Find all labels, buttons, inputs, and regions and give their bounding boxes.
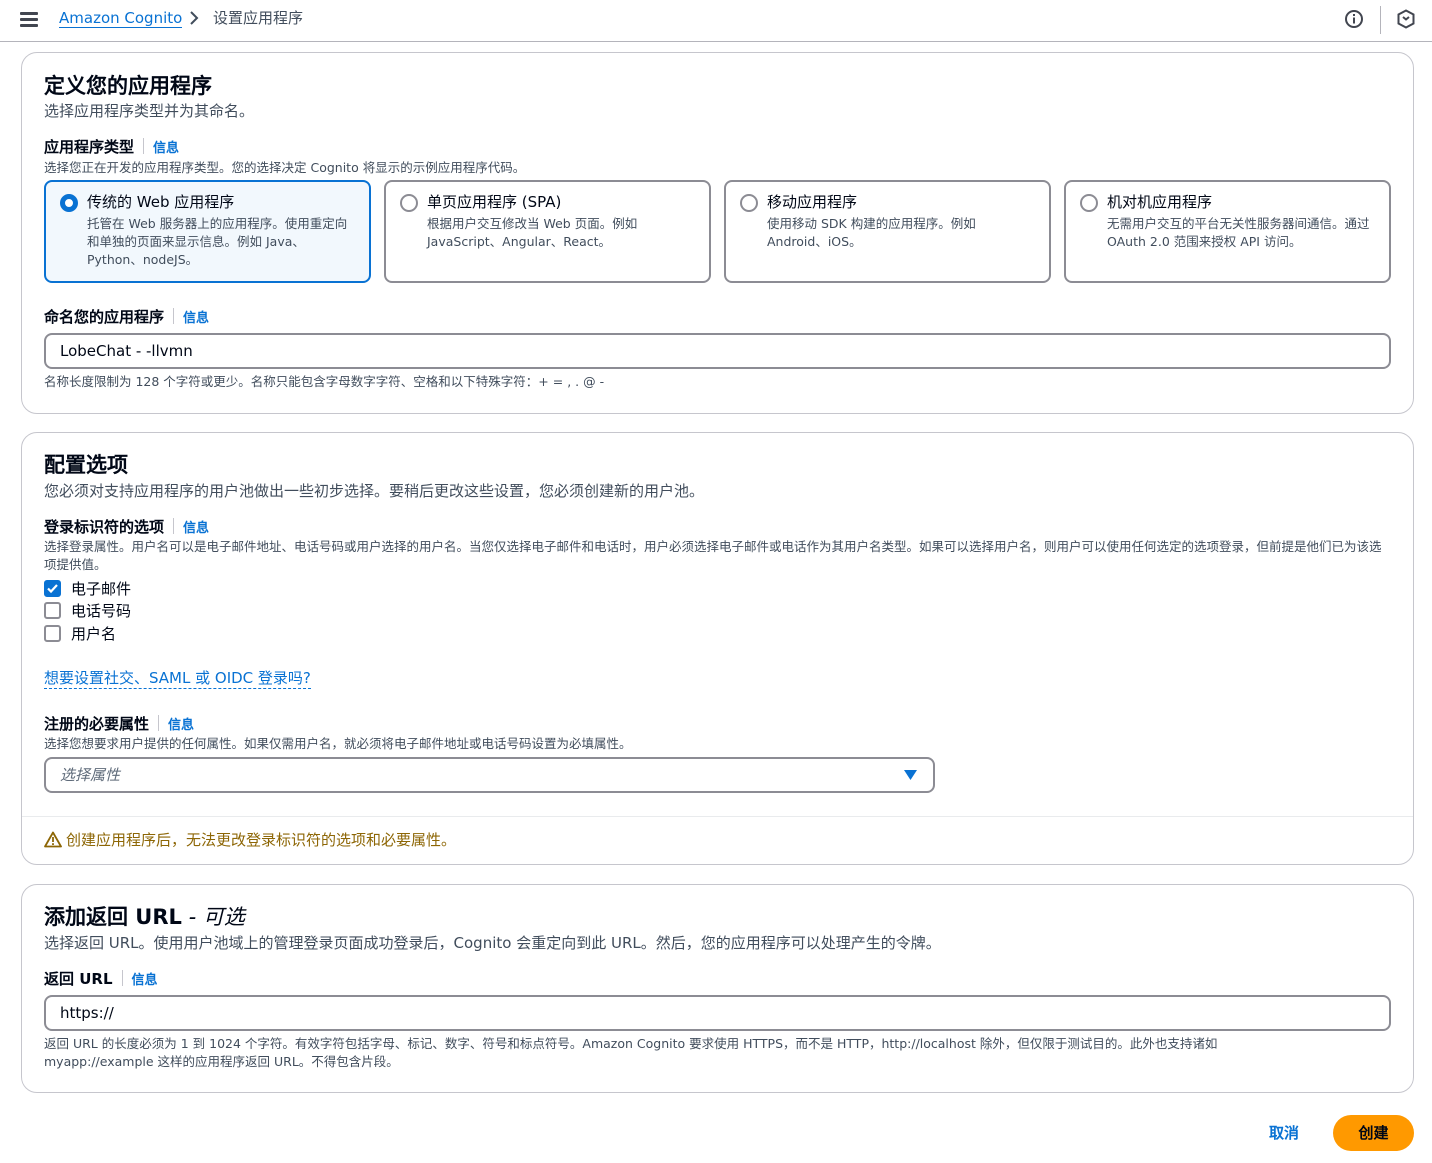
checkbox-label: 电话号码 [71,602,132,620]
caret-down-icon [904,770,917,780]
radio-button[interactable] [1080,194,1098,212]
define-app-panel: 定义您的应用程序 选择应用程序类型并为其命名。 应用程序类型 信息 选择您正在开发… [21,52,1414,414]
app-name-label: 命名您的应用程序 信息 [44,308,210,326]
app-type-option-title: 机对机应用程序 [1107,193,1213,211]
app-type-hint: 选择您正在开发的应用程序类型。您的选择决定 Cognito 将显示的示例应用程序… [44,160,526,175]
signin-info-link[interactable]: 信息 [183,521,209,536]
app-type-option-web[interactable]: 传统的 Web 应用程序 托管在 Web 服务器上的应用程序。使用重定向和单独的… [44,180,371,283]
return-url-title: 添加返回 URL - 可选 [44,905,245,929]
radio-button[interactable] [60,194,78,212]
cancel-button[interactable]: 取消 [1258,1116,1310,1150]
required-attrs-select[interactable]: 选择属性 [44,757,935,793]
app-type-option-desc: 根据用户交互修改当 Web 页面。例如 JavaScript、Angular、R… [427,216,638,249]
app-type-option-title: 单页应用程序 (SPA) [427,193,562,211]
menu-icon[interactable] [20,11,38,27]
return-url-hint: 返回 URL 的长度必须为 1 到 1024 个字符。有效字符包括字母、标记、数… [44,1036,1218,1069]
radio-button[interactable] [740,194,758,212]
return-url-input[interactable]: https:// [44,995,1391,1031]
divider [22,816,1413,817]
return-url-info-link[interactable]: 信息 [132,973,158,988]
required-attrs-hint: 选择您想要求用户提供的任何属性。如果仅需用户名，就必须将电子邮件地址或电话号码设… [44,736,632,751]
breadcrumb-current: 设置应用程序 [213,9,304,27]
social-login-link[interactable]: 想要设置社交、SAML 或 OIDC 登录吗? [44,669,311,689]
warning-icon [44,831,62,848]
required-attrs-label: 注册的必要属性 信息 [44,715,195,733]
config-panel: 配置选项 您必须对支持应用程序的用户池做出一些初步选择。要稍后更改这些设置，您必… [21,432,1414,865]
cloudshell-icon[interactable] [1396,9,1416,29]
app-type-option-desc: 无需用户交互的平台无关性服务器间通信。通过 OAuth 2.0 范围来授权 AP… [1107,216,1370,249]
app-type-option-title: 移动应用程序 [767,193,858,211]
toolbar-divider [1380,6,1381,34]
app-name-hint: 名称长度限制为 128 个字符或更少。名称只能包含字母数字字符、空格和以下特殊字… [44,374,605,389]
config-subtitle: 您必须对支持应用程序的用户池做出一些初步选择。要稍后更改这些设置，您必须创建新的… [44,482,705,500]
config-title: 配置选项 [44,453,128,477]
radio-button[interactable] [400,194,418,212]
app-type-option-m2m[interactable]: 机对机应用程序 无需用户交互的平台无关性服务器间通信。通过 OAuth 2.0 … [1064,180,1391,283]
chevron-right-icon [190,11,199,25]
return-url-label: 返回 URL 信息 [44,970,158,988]
app-type-option-spa[interactable]: 单页应用程序 (SPA) 根据用户交互修改当 Web 页面。例如 JavaScr… [384,180,711,283]
breadcrumb-amazon-cognito[interactable]: Amazon Cognito [59,9,183,28]
app-type-label: 应用程序类型 信息 [44,138,180,156]
select-placeholder: 选择属性 [60,766,121,784]
return-url-panel: 添加返回 URL - 可选 选择返回 URL。使用用户池域上的管理登录页面成功登… [21,884,1414,1093]
app-type-option-mobile[interactable]: 移动应用程序 使用移动 SDK 构建的应用程序。例如 Android、iOS。 [724,180,1051,283]
app-name-info-link[interactable]: 信息 [183,311,209,326]
required-attrs-info-link[interactable]: 信息 [168,718,194,733]
checkbox-label: 用户名 [71,625,117,643]
signin-hint: 选择登录属性。用户名可以是电子邮件地址、电话号码或用户选择的用户名。当您仅选择电… [44,539,1382,572]
checkbox-label: 电子邮件 [71,580,132,598]
app-type-info-link[interactable]: 信息 [153,141,179,156]
create-button[interactable]: 创建 [1333,1115,1414,1151]
signin-options-label: 登录标识符的选项 信息 [44,518,210,536]
app-type-option-desc: 托管在 Web 服务器上的应用程序。使用重定向和单独的页面来显示信息。例如 Ja… [87,216,348,267]
app-type-option-desc: 使用移动 SDK 构建的应用程序。例如 Android、iOS。 [767,216,976,249]
checkbox[interactable] [44,602,61,619]
define-app-subtitle: 选择应用程序类型并为其命名。 [44,102,255,120]
info-circle-icon[interactable] [1344,9,1364,29]
check-icon [47,584,58,594]
define-app-title: 定义您的应用程序 [44,74,212,98]
top-navigation: Amazon Cognito 设置应用程序 [0,0,1432,42]
checkbox[interactable] [44,580,61,597]
checkbox[interactable] [44,625,61,642]
app-name-input[interactable]: LobeChat - -llvmn [44,333,1391,369]
app-type-option-title: 传统的 Web 应用程序 [87,193,235,211]
return-url-subtitle: 选择返回 URL。使用用户池域上的管理登录页面成功登录后，Cognito 会重定… [44,934,941,952]
